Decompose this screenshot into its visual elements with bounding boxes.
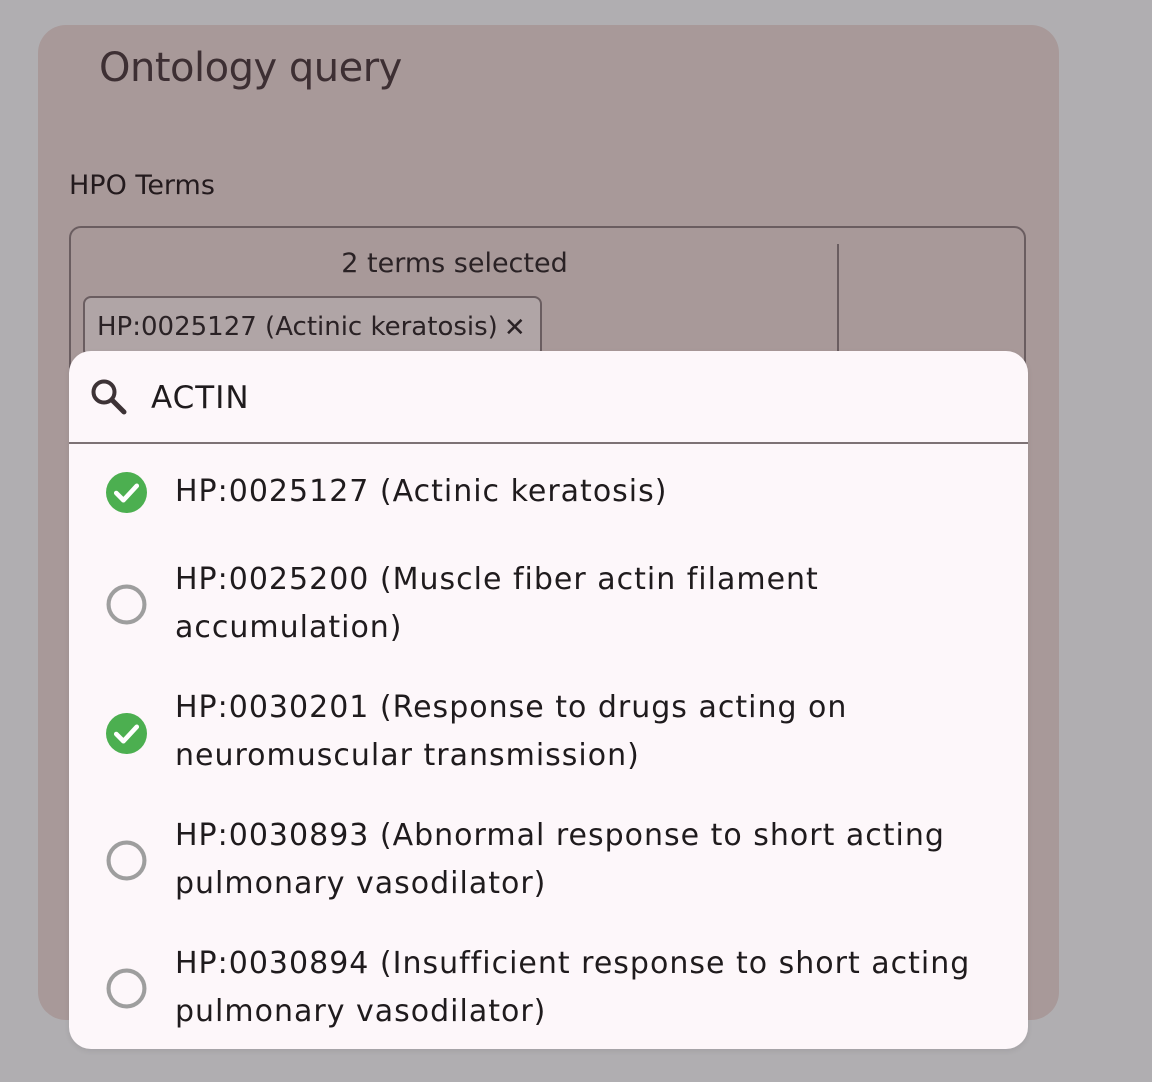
page-title: Ontology query [99, 45, 402, 91]
check-circle-icon[interactable] [106, 713, 147, 754]
term-chip[interactable]: HP:0025127 (Actinic keratosis) ✕ [83, 296, 542, 358]
empty-circle-icon[interactable] [106, 584, 147, 625]
option-item[interactable]: HP:0030201 (Response to drugs acting on … [69, 672, 1028, 800]
option-item[interactable]: HP:0025127 (Actinic keratosis) [69, 444, 1028, 542]
option-label: HP:0025127 (Actinic keratosis) [175, 474, 668, 509]
chip-label: HP:0025127 (Actinic keratosis) [97, 312, 498, 342]
option-item[interactable]: HP:0025200 (Muscle fiber actin filament … [69, 544, 1028, 672]
term-search-dropdown: HP:0025127 (Actinic keratosis) HP:002520… [69, 351, 1028, 1049]
hpo-terms-label: HPO Terms [69, 170, 215, 201]
close-icon[interactable]: ✕ [504, 314, 526, 340]
selected-count-text: 2 terms selected [341, 248, 568, 279]
empty-circle-icon[interactable] [106, 968, 147, 1009]
option-label: HP:0030893 (Abnormal response to short a… [175, 818, 945, 901]
search-icon [91, 379, 127, 415]
option-label: HP:0030201 (Response to drugs acting on … [175, 690, 848, 773]
option-label: HP:0030894 (Insufficient response to sho… [175, 946, 971, 1029]
option-item[interactable]: HP:0030893 (Abnormal response to short a… [69, 800, 1028, 928]
empty-circle-icon[interactable] [106, 840, 147, 881]
search-bar [69, 351, 1028, 444]
check-circle-icon[interactable] [106, 472, 147, 513]
option-label: HP:0025200 (Muscle fiber actin filament … [175, 562, 819, 645]
option-item[interactable]: HP:0030894 (Insufficient response to sho… [69, 928, 1028, 1049]
search-input[interactable] [151, 375, 951, 421]
